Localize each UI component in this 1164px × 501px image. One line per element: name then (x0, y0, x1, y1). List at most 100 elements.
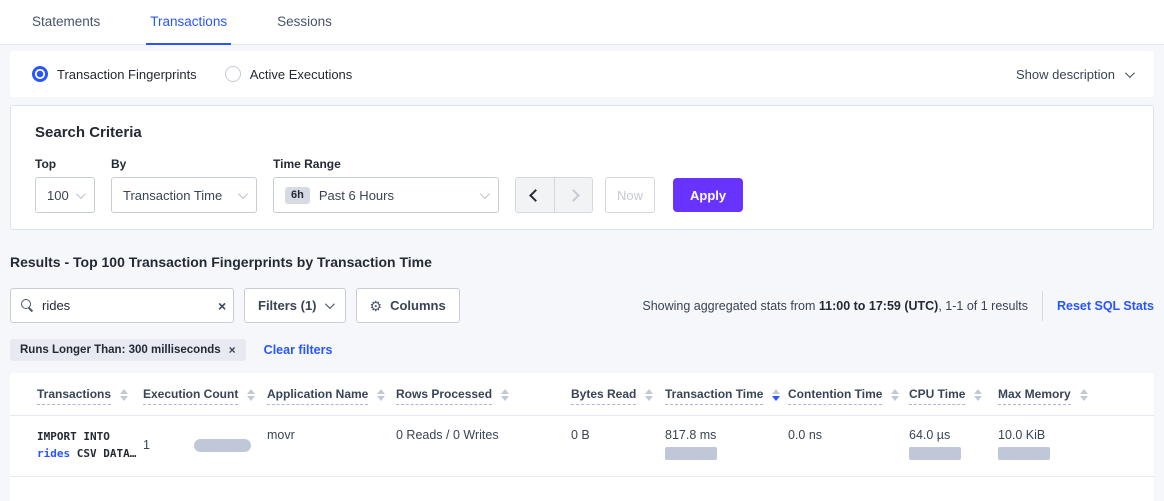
time-range-left: 6h Past 6 Hours (285, 187, 394, 204)
tab-sessions[interactable]: Sessions (273, 0, 336, 45)
top-select-value: 100 (47, 188, 69, 203)
sort-icon[interactable] (891, 387, 899, 401)
column-header-bytes-read[interactable]: Bytes Read (571, 387, 665, 405)
table-name-token: rides (37, 447, 70, 460)
active-filter-label: Runs Longer Than: 300 milliseconds (20, 344, 221, 356)
column-header-max-memory[interactable]: Max Memory (998, 387, 1127, 405)
top-label: Top (35, 157, 95, 171)
search-criteria-title: Search Criteria (35, 124, 1129, 141)
search-icon (21, 299, 34, 312)
time-range-pager (515, 177, 593, 213)
columns-button-label: Columns (390, 298, 446, 313)
column-header-cpu-time[interactable]: CPU Time (909, 387, 998, 405)
stats-summary-prefix: Showing aggregated stats from (642, 299, 819, 313)
stats-summary-range: 11:00 to 17:59 (UTC) (819, 299, 938, 313)
tab-transactions[interactable]: Transactions (146, 0, 231, 45)
chevron-left-icon (529, 189, 542, 202)
statement-rest-token: CSV DATA… (70, 447, 136, 460)
column-header-rows-processed[interactable]: Rows Processed (396, 387, 571, 405)
column-header-label: CPU Time (909, 387, 965, 405)
by-select-value: Transaction Time (123, 188, 222, 203)
results-toolbar: × Filters (1) ⚙ Columns Showing aggregat… (10, 288, 1154, 323)
chevron-down-icon (324, 299, 334, 309)
column-header-label: Transactions (37, 387, 111, 405)
time-range-badge: 6h (285, 187, 310, 204)
radio-transaction-fingerprints[interactable]: Transaction Fingerprints (32, 66, 197, 82)
transaction-time-cell: 817.8 ms (665, 428, 788, 462)
time-range-field: Time Range 6h Past 6 Hours (273, 157, 499, 213)
filters-button-label: Filters (1) (258, 298, 317, 313)
column-header-transactions[interactable]: Transactions (37, 387, 143, 405)
now-button[interactable]: Now (605, 177, 655, 213)
top-field: Top 100 (35, 157, 95, 213)
by-select[interactable]: Transaction Time (111, 177, 257, 213)
rows-processed-cell: 0 Reads / 0 Writes (396, 428, 571, 462)
sort-icon[interactable] (377, 387, 385, 401)
radio-active-executions[interactable]: Active Executions (225, 66, 353, 82)
chevron-down-icon (1125, 68, 1135, 78)
view-toggle-bar: Transaction Fingerprints Active Executio… (10, 51, 1154, 97)
toolbar-divider (1042, 291, 1043, 321)
bytes-read-cell: 0 B (571, 428, 665, 462)
table-row: IMPORT INTO rides CSV DATA… 1 movr 0 Rea… (10, 416, 1154, 477)
sort-icon[interactable] (501, 387, 509, 401)
radio-selected-icon[interactable] (32, 66, 48, 82)
transaction-fingerprint-link[interactable]: IMPORT INTO rides CSV DATA… (37, 428, 143, 462)
sort-icon[interactable] (974, 387, 982, 401)
clear-search-icon[interactable]: × (218, 299, 226, 313)
column-header-label: Max Memory (998, 387, 1071, 405)
sort-icon[interactable] (247, 387, 255, 401)
show-description-toggle[interactable]: Show description (1016, 67, 1132, 82)
column-header-label: Bytes Read (571, 387, 636, 405)
column-header-transaction-time[interactable]: Transaction Time (665, 387, 788, 405)
columns-button[interactable]: ⚙ Columns (356, 288, 460, 323)
sort-icon[interactable] (1080, 387, 1088, 401)
tab-statements[interactable]: Statements (28, 0, 104, 45)
column-header-contention-time[interactable]: Contention Time (788, 387, 909, 405)
results-heading: Results - Top 100 Transaction Fingerprin… (10, 254, 1154, 270)
statement-line-1: IMPORT INTO (37, 428, 143, 445)
cpu-time-bar (909, 447, 961, 460)
max-memory-cell: 10.0 KiB (998, 428, 1127, 462)
remove-filter-icon[interactable]: × (229, 344, 236, 356)
statement-line-2: rides CSV DATA… (37, 445, 143, 462)
column-header-application-name[interactable]: Application Name (267, 387, 396, 405)
time-range-prev-button[interactable] (516, 178, 554, 212)
top-select[interactable]: 100 (35, 177, 95, 213)
max-memory-bar (998, 447, 1050, 460)
sort-icon[interactable] (120, 387, 128, 401)
max-memory-value: 10.0 KiB (998, 428, 1127, 442)
search-criteria-card: Search Criteria Top 100 By Transaction T… (10, 105, 1154, 230)
by-field: By Transaction Time (111, 157, 257, 213)
chevron-right-icon (567, 189, 580, 202)
time-range-next-button[interactable] (554, 178, 592, 212)
transaction-time-value: 817.8 ms (665, 428, 788, 442)
reset-sql-stats-link[interactable]: Reset SQL Stats (1057, 299, 1154, 313)
column-header-label: Contention Time (788, 387, 882, 405)
search-input[interactable] (42, 298, 218, 313)
sort-icon[interactable] (645, 387, 653, 401)
time-range-select[interactable]: 6h Past 6 Hours (273, 177, 499, 213)
active-filter-pill: Runs Longer Than: 300 milliseconds × (10, 339, 246, 361)
column-header-label: Rows Processed (396, 387, 492, 405)
chevron-down-icon (76, 189, 86, 199)
chevron-down-icon (480, 189, 490, 199)
stats-summary: Showing aggregated stats from 11:00 to 1… (642, 299, 1028, 313)
active-filters-bar: Runs Longer Than: 300 milliseconds × Cle… (10, 339, 1154, 361)
by-label: By (111, 157, 257, 171)
radio-label: Active Executions (250, 67, 353, 82)
table-header-row: Transactions Execution Count Application… (10, 373, 1154, 416)
column-header-execution-count[interactable]: Execution Count (143, 387, 267, 405)
top-tab-bar: Statements Transactions Sessions (0, 0, 1164, 45)
apply-button[interactable]: Apply (673, 178, 743, 212)
radio-unselected-icon[interactable] (225, 66, 241, 82)
chevron-down-icon (238, 189, 248, 199)
sort-icon-active-desc[interactable] (772, 387, 780, 401)
time-range-value: Past 6 Hours (319, 188, 394, 203)
execution-count-bar (194, 439, 251, 452)
search-box[interactable]: × (10, 288, 234, 323)
show-description-label: Show description (1016, 67, 1115, 82)
filters-button[interactable]: Filters (1) (244, 288, 346, 323)
column-header-label: Execution Count (143, 387, 238, 405)
clear-filters-link[interactable]: Clear filters (264, 343, 333, 357)
